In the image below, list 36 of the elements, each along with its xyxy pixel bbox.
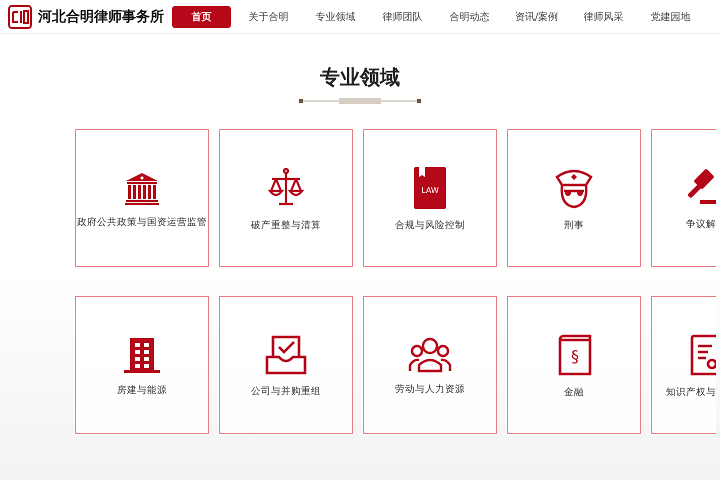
practice-area-card[interactable]: § 金融 (507, 296, 641, 434)
practice-area-label: 知识产权与 (666, 386, 716, 398)
practice-area-card[interactable]: 破产重整与清算 (219, 129, 353, 267)
practice-area-label: 房建与能源 (117, 384, 167, 396)
practice-area-card[interactable]: 公司与并购重组 (219, 296, 353, 434)
practice-area-label: 破产重整与清算 (251, 218, 321, 232)
practice-area-card[interactable]: 刑事 (507, 129, 641, 267)
practice-area-label: 合规与风险控制 (395, 218, 465, 232)
logo-icon (8, 4, 32, 28)
nav-link[interactable]: 资讯/案例 (507, 6, 566, 28)
practice-area-card[interactable]: 政府公共政策与国资运营监管 (75, 129, 209, 267)
office-building-icon (124, 336, 160, 374)
people-group-icon (408, 336, 452, 372)
nav-link[interactable]: 首页 (172, 6, 231, 28)
practice-area-card[interactable]: LAW 合规与风险控制 (363, 129, 497, 267)
section-title: 专业领域 (319, 64, 401, 91)
practice-area-card[interactable]: 争议解 (651, 129, 716, 267)
practice-area-label: 刑事 (564, 218, 584, 232)
certificate-icon (690, 334, 716, 376)
practice-area-label: 政府公共政策与国资运营监管 (77, 216, 207, 228)
nav-link[interactable]: 合明动态 (440, 6, 499, 28)
practice-area-label: 劳动与人力资源 (395, 382, 465, 396)
nav-link[interactable]: 律师风采 (574, 6, 633, 28)
inbox-check-icon (265, 334, 307, 374)
nav-link[interactable]: 专业领域 (306, 6, 365, 28)
practice-area-label: 公司与并购重组 (251, 384, 321, 398)
law-book-icon: LAW (414, 166, 446, 208)
nav-link[interactable]: 关于合明 (239, 6, 298, 28)
practice-area-label: 争议解 (686, 218, 716, 230)
practice-area-card[interactable]: 房建与能源 (75, 296, 209, 434)
practice-area-card[interactable]: 劳动与人力资源 (363, 296, 497, 434)
nav-link[interactable]: 律师团队 (373, 6, 432, 28)
practice-area-card[interactable]: 知识产权与 (651, 296, 716, 434)
practice-area-label: 金融 (564, 386, 584, 398)
firm-name: 河北合明律师事务所 (38, 8, 164, 26)
nav-link[interactable]: 党建园地 (641, 6, 700, 28)
